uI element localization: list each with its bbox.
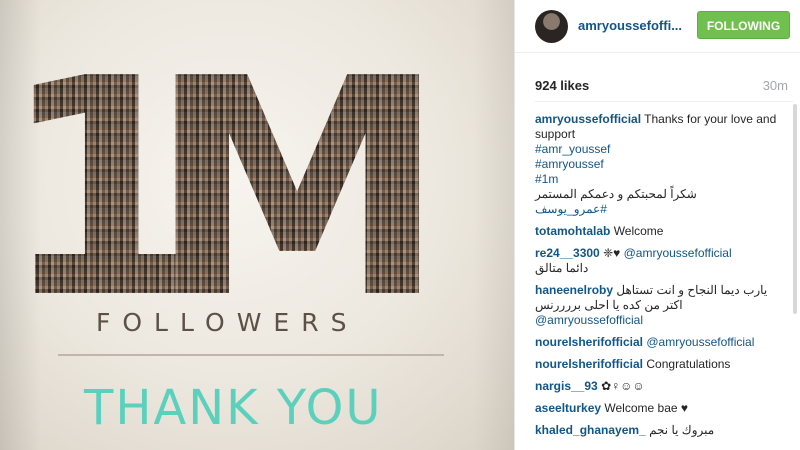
big-m-mosaic: M (148, 15, 447, 364)
avatar[interactable] (535, 10, 568, 43)
comment-text: Congratulations (646, 357, 731, 371)
hashtag-1m[interactable]: #1m (535, 172, 791, 187)
followers-label: FOLLOWERS (96, 308, 359, 337)
comment-emoji: ✿♀☺☺ (601, 379, 645, 393)
comment-text-line2: دائما متالق (535, 261, 589, 275)
caption-arabic-text: شكراً لمحبتكم و دعمكم المستمر (535, 187, 697, 201)
comment-username[interactable]: re24__3300 (535, 246, 600, 260)
comment-mention[interactable]: @amryoussefofficial (535, 313, 791, 328)
comment-username[interactable]: totamohtalab (535, 224, 610, 238)
comment-text: Welcome bae ♥ (604, 401, 688, 415)
comment-username[interactable]: aseelturkey (535, 401, 601, 415)
comment: aseelturkey Welcome bae ♥ (535, 401, 791, 416)
comment-text: مبروك يا نجم (649, 423, 715, 437)
caption-username[interactable]: amryoussefofficial (535, 112, 641, 126)
comment-username[interactable]: khaled_ghanayem_ (535, 423, 646, 437)
comment: haneenelroby يارب ديما النجاح و انت تستا… (535, 283, 791, 328)
following-button[interactable]: FOLLOWING (697, 11, 790, 39)
comment: nargis__93 ✿♀☺☺ (535, 379, 791, 394)
hashtag-amryoussef[interactable]: #amryoussef (535, 157, 791, 172)
comment: khaled_ghanayem_ مبروك يا نجم (535, 423, 791, 438)
big-one-mosaic: 1 (0, 15, 179, 364)
comment-username[interactable]: nargis__93 (535, 379, 598, 393)
comment-mention[interactable]: @amryoussefofficial (646, 335, 754, 349)
comments-list: amryoussefofficial Thanks for your love … (535, 112, 791, 445)
comment: nourelsherifofficial Congratulations (535, 357, 791, 372)
comment-mention[interactable]: @amryoussefofficial (624, 246, 732, 260)
comment-username[interactable]: nourelsherifofficial (535, 357, 643, 371)
comment-text: يارب ديما النجاح و انت تستاهل (616, 283, 768, 297)
post-time[interactable]: 30m (763, 78, 788, 93)
comment-text: Welcome (613, 224, 664, 238)
comment-text-line2: اكتر من كده يا احلى بررررنس (535, 298, 683, 312)
comment-username[interactable]: nourelsherifofficial (535, 335, 643, 349)
comment: totamohtalab Welcome (535, 224, 791, 239)
post-header: amryoussefoffi... FOLLOWING (515, 0, 800, 53)
post-sidebar: amryoussefoffi... FOLLOWING 924 likes 30… (514, 0, 800, 450)
stats-divider (535, 101, 793, 102)
likes-count[interactable]: 924 likes (535, 78, 589, 93)
comment: re24__3300 ❈♥ @amryoussefofficial دائما … (535, 246, 791, 276)
post-image[interactable]: 1 M FOLLOWERS THANK YOU (0, 0, 514, 450)
comment: nourelsherifofficial @amryoussefofficial (535, 335, 791, 350)
comments-scrollbar[interactable] (793, 104, 797, 314)
caption: amryoussefofficial Thanks for your love … (535, 112, 791, 217)
header-username[interactable]: amryoussefoffi... (578, 18, 682, 33)
image-divider (58, 354, 444, 356)
thank-you-text: THANK YOU (84, 380, 383, 436)
hashtag-arabic[interactable]: #عمرو_يوسف (535, 202, 791, 217)
comment-emoji: ❈♥ (603, 246, 621, 260)
hashtag-amr-youssef[interactable]: #amr_youssef (535, 142, 791, 157)
comment-username[interactable]: haneenelroby (535, 283, 613, 297)
